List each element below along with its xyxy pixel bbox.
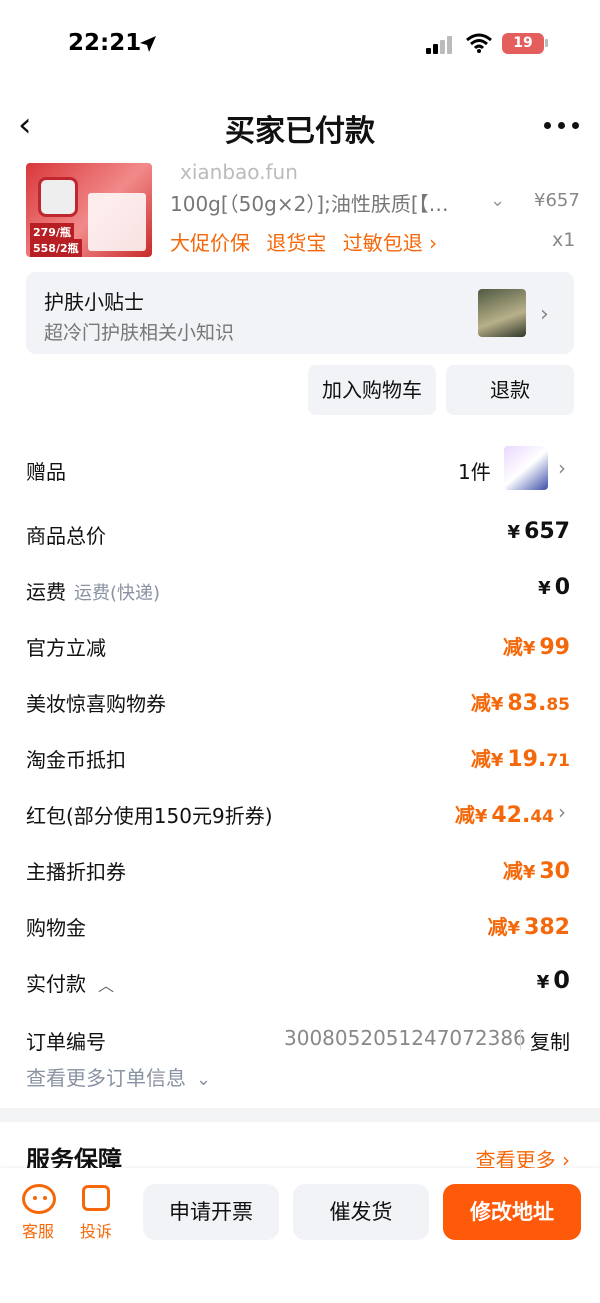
- copy-button[interactable]: 复制: [530, 1026, 570, 1055]
- tag-return-insurance[interactable]: 退货宝: [266, 231, 326, 255]
- copy-divider: [520, 1028, 521, 1050]
- status-bar: 22:21 19: [0, 0, 600, 90]
- chevron-right-icon[interactable]: ›: [558, 800, 566, 824]
- battery-icon: 19: [502, 33, 544, 54]
- tip-subtitle: 超冷门护肤相关小知识: [44, 322, 235, 344]
- anchor-coupon-label: 主播折扣券: [26, 860, 126, 884]
- taojin-label: 淘金币抵扣: [26, 748, 126, 772]
- customer-service-label[interactable]: 客服: [22, 1218, 54, 1242]
- page-title: 买家已付款: [225, 114, 375, 149]
- redpack-value[interactable]: 减¥ 42.44: [455, 799, 554, 828]
- product-promo-panel: [88, 193, 146, 251]
- gift-label: 赠品: [26, 460, 66, 484]
- official-discount-value: 减¥ 99: [502, 635, 570, 660]
- product-image-label: 558/2瓶: [30, 239, 82, 257]
- product-image[interactable]: 279/瓶 558/2瓶: [26, 163, 152, 257]
- urge-shipment-button[interactable]: 催发货: [293, 1184, 429, 1240]
- gift-image[interactable]: [504, 446, 548, 490]
- status-time: 22:21: [68, 30, 142, 56]
- beauty-coupon-value: 减¥ 83.85: [470, 691, 570, 716]
- more-options-icon[interactable]: [542, 118, 582, 132]
- shipping-value: ¥0: [538, 575, 570, 600]
- anchor-coupon-value: 减¥ 30: [502, 859, 570, 884]
- tip-video-thumbnail: [478, 289, 526, 337]
- more-order-info-link[interactable]: 查看更多订单信息 ⌄: [26, 1062, 211, 1091]
- change-address-button[interactable]: 修改地址: [443, 1184, 581, 1240]
- add-to-cart-button[interactable]: 加入购物车: [308, 365, 436, 415]
- watermark-text: xianbao.fun: [180, 160, 298, 184]
- shipping-method: 运费(快递): [74, 583, 161, 604]
- chevron-up-icon: ︿: [98, 976, 115, 995]
- chevron-down-icon: ⌄: [196, 1069, 212, 1090]
- shipping-label: 运费 运费(快递): [26, 580, 161, 604]
- shopping-gold-label: 购物金: [26, 916, 86, 940]
- order-number-label: 订单编号: [26, 1030, 106, 1054]
- tag-price-protect[interactable]: 大促价保: [170, 231, 250, 255]
- chevron-down-icon[interactable]: ⌄: [490, 190, 505, 211]
- tag-allergy-return[interactable]: 过敏包退 ›: [343, 231, 437, 255]
- complaint-icon[interactable]: [82, 1185, 110, 1211]
- total-label: 商品总价: [26, 524, 106, 548]
- chevron-right-icon: ›: [540, 302, 549, 327]
- section-divider: [0, 1108, 600, 1122]
- paid-value: ¥0: [536, 966, 570, 994]
- official-discount-label: 官方立减: [26, 636, 106, 660]
- battery-nub: [545, 39, 548, 47]
- chevron-right-icon[interactable]: ›: [558, 456, 566, 480]
- gift-count[interactable]: 1件: [458, 456, 491, 485]
- bottom-action-bar: 客服 投诉 申请开票 催发货 修改地址: [0, 1168, 600, 1303]
- product-quantity: x1: [552, 229, 576, 251]
- paid-label[interactable]: 实付款 ︿: [26, 968, 114, 997]
- taojin-value: 减¥ 19.71: [470, 747, 570, 772]
- complaint-label[interactable]: 投诉: [80, 1218, 112, 1242]
- order-number: 3008052051247072386: [284, 1026, 526, 1050]
- beauty-coupon-label: 美妆惊喜购物券: [26, 692, 166, 716]
- customer-service-icon[interactable]: [22, 1184, 56, 1214]
- product-tags: 大促价保 退货宝 过敏包退 ›: [170, 227, 447, 256]
- signal-icon: [426, 36, 452, 54]
- product-price: ¥657: [534, 190, 580, 211]
- tip-title: 护肤小贴士: [44, 290, 144, 314]
- shopping-gold-value: 减¥ 382: [487, 915, 570, 940]
- location-arrow-icon: [140, 36, 156, 52]
- request-invoice-button[interactable]: 申请开票: [143, 1184, 279, 1240]
- skincare-tip-card[interactable]: 护肤小贴士 超冷门护肤相关小知识 ›: [26, 272, 574, 354]
- product-sku[interactable]: 100g[（50g×2）];油性肤质[【…: [170, 188, 449, 217]
- product-jar-graphic: [38, 177, 78, 217]
- refund-button[interactable]: 退款: [446, 365, 574, 415]
- wifi-icon: [466, 33, 492, 53]
- total-value: ¥657: [507, 519, 570, 544]
- redpack-label: 红包(部分使用150元9折券): [26, 804, 273, 828]
